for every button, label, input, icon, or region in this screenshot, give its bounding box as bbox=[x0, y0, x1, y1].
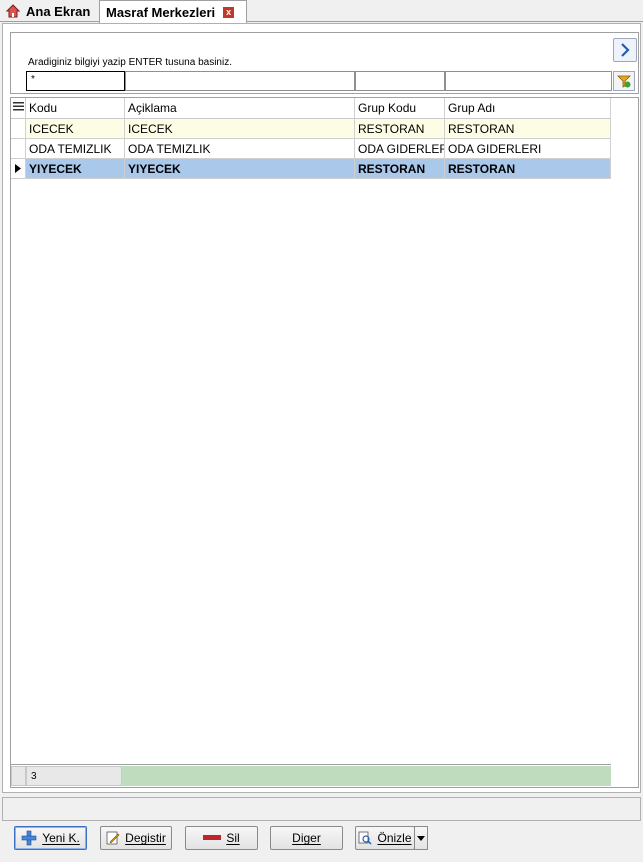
search-panel: Aradiginiz bilgiyi yazip ENTER tusuna ba… bbox=[10, 32, 639, 94]
grid-footer: 3 bbox=[11, 764, 611, 786]
current-row-icon bbox=[15, 164, 21, 173]
row-indicator bbox=[11, 159, 26, 179]
cell-grup-adi: ODA GIDERLERI bbox=[445, 139, 611, 159]
edit-button-label: Degistir bbox=[125, 831, 166, 845]
search-hint: Aradiginiz bilgiyi yazip ENTER tusuna ba… bbox=[28, 57, 232, 68]
delete-button-label: Sil bbox=[226, 831, 240, 845]
next-button[interactable] bbox=[613, 38, 637, 62]
tab-masraf-merkezleri[interactable]: Masraf Merkezleri x bbox=[99, 0, 247, 23]
column-chooser-icon[interactable] bbox=[11, 98, 26, 119]
cell-aciklama: ODA TEMIZLIK bbox=[125, 139, 355, 159]
search-input-kodu[interactable]: * bbox=[26, 71, 125, 91]
preview-icon bbox=[359, 831, 373, 845]
cell-grup-kodu: RESTORAN bbox=[355, 159, 445, 179]
cell-grup-kodu: RESTORAN bbox=[355, 119, 445, 139]
tab-home-label: Ana Ekran bbox=[26, 3, 91, 19]
minus-icon bbox=[203, 835, 222, 840]
column-header-kodu[interactable]: Kodu bbox=[26, 98, 125, 119]
other-button-label: Diger bbox=[292, 831, 321, 845]
plus-icon bbox=[21, 830, 37, 846]
search-input-grup-adi[interactable] bbox=[445, 71, 612, 91]
preview-button[interactable]: Önizle bbox=[355, 826, 415, 850]
tab-home[interactable]: Ana Ekran bbox=[0, 0, 99, 22]
status-strip bbox=[2, 797, 641, 821]
table-row[interactable]: YIYECEK YIYECEK RESTORAN RESTORAN bbox=[11, 159, 611, 179]
cell-grup-adi: RESTORAN bbox=[445, 159, 611, 179]
cell-kodu: ICECEK bbox=[26, 119, 125, 139]
record-count: 3 bbox=[26, 766, 122, 786]
new-button-label: Yeni K. bbox=[42, 831, 80, 845]
chevron-down-icon bbox=[417, 835, 425, 841]
search-input-grup-kodu[interactable] bbox=[355, 71, 445, 91]
cell-grup-adi: RESTORAN bbox=[445, 119, 611, 139]
delete-button[interactable]: Sil bbox=[185, 826, 258, 850]
table-row[interactable]: ICECEK ICECEK RESTORAN RESTORAN bbox=[11, 119, 611, 139]
preview-dropdown-button[interactable] bbox=[414, 826, 428, 850]
cell-kodu: YIYECEK bbox=[26, 159, 125, 179]
home-icon bbox=[6, 4, 20, 18]
chevron-right-icon bbox=[621, 43, 630, 57]
preview-button-label: Önizle bbox=[377, 831, 412, 845]
tab-masraf-label: Masraf Merkezleri bbox=[106, 4, 216, 20]
close-icon[interactable]: x bbox=[223, 6, 235, 18]
table-row[interactable]: ODA TEMIZLIK ODA TEMIZLIK ODA GIDERLERI … bbox=[11, 139, 611, 159]
other-button[interactable]: Diger bbox=[270, 826, 343, 850]
column-header-aciklama[interactable]: Açiklama bbox=[125, 98, 355, 119]
new-button[interactable]: Yeni K. bbox=[14, 826, 87, 850]
grid-header: Kodu Açiklama Grup Kodu Grup Adı bbox=[11, 98, 611, 119]
row-indicator bbox=[11, 119, 26, 139]
main-panel: Aradiginiz bilgiyi yazip ENTER tusuna ba… bbox=[2, 23, 641, 793]
edit-icon bbox=[106, 831, 120, 845]
column-header-grup-kodu[interactable]: Grup Kodu bbox=[355, 98, 445, 119]
filter-clear-icon bbox=[617, 75, 631, 88]
cell-grup-kodu: ODA GIDERLERI bbox=[355, 139, 445, 159]
clear-filter-button[interactable] bbox=[613, 71, 635, 91]
search-input-aciklama[interactable] bbox=[125, 71, 355, 91]
data-grid: Kodu Açiklama Grup Kodu Grup Adı ICECEK … bbox=[10, 97, 639, 788]
cell-aciklama: YIYECEK bbox=[125, 159, 355, 179]
cell-aciklama: ICECEK bbox=[125, 119, 355, 139]
row-indicator bbox=[11, 139, 26, 159]
tab-strip: Ana Ekran Masraf Merkezleri x bbox=[0, 0, 643, 23]
footer-lead bbox=[11, 766, 26, 786]
footer-summary-bar bbox=[122, 766, 611, 786]
edit-button[interactable]: Degistir bbox=[100, 826, 172, 850]
column-header-grup-adi[interactable]: Grup Adı bbox=[445, 98, 611, 119]
cell-kodu: ODA TEMIZLIK bbox=[26, 139, 125, 159]
